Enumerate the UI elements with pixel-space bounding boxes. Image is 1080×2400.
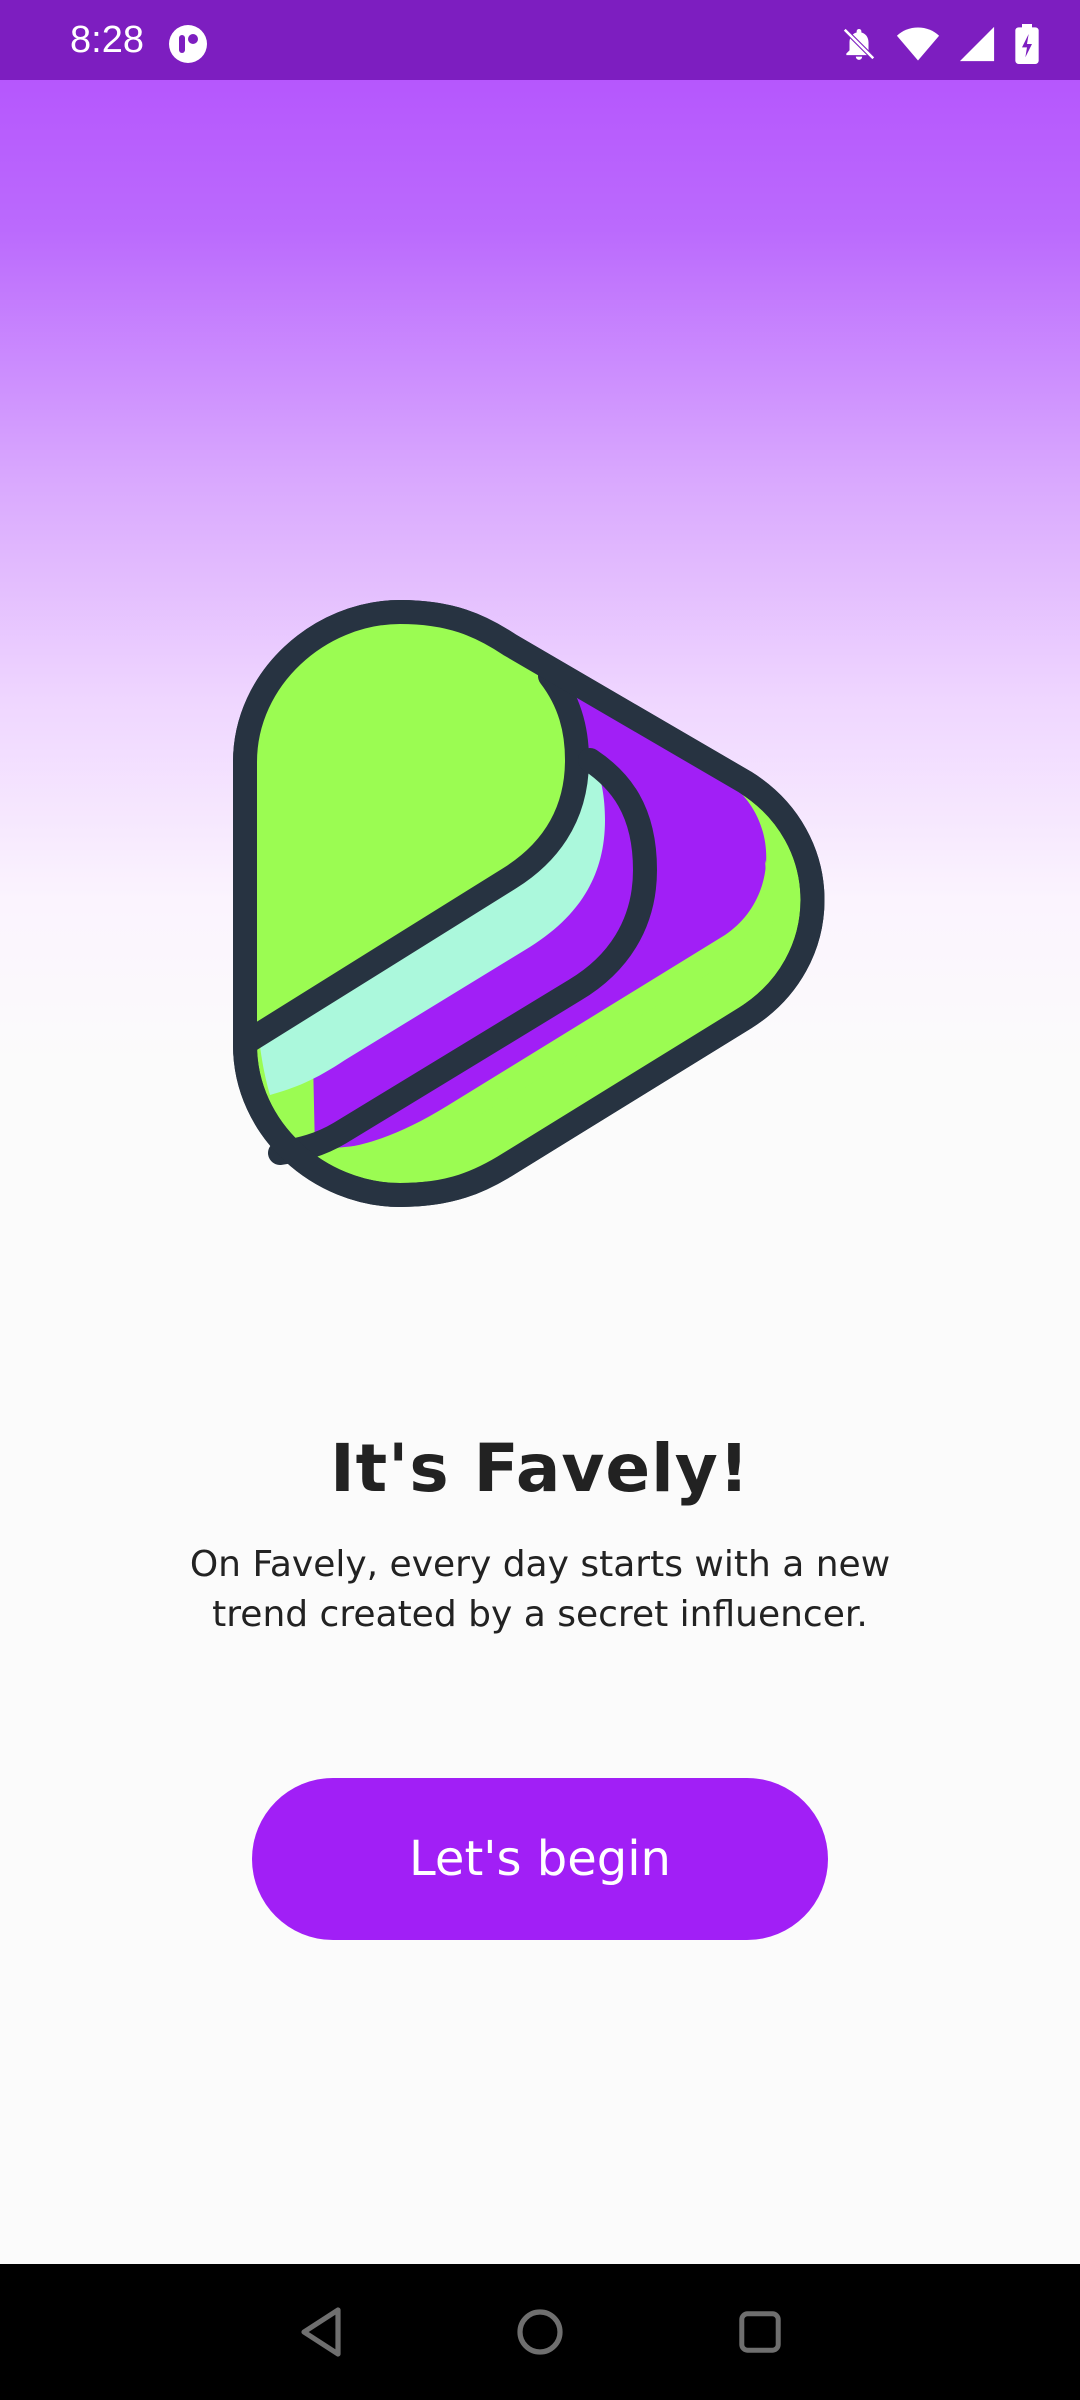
back-icon (301, 2307, 341, 2357)
home-icon (517, 2309, 563, 2355)
status-bar: 8:28 (0, 0, 1080, 80)
app-notification-icon (169, 25, 207, 63)
onboarding-screen: 8:28 It's Favely! On Favely, every day s… (0, 0, 1080, 2400)
battery-charging-icon (1015, 24, 1039, 64)
lets-begin-button[interactable]: Let's begin (252, 1778, 828, 1940)
notifications-off-icon (843, 28, 875, 60)
onboarding-title: It's Favely! (330, 1430, 750, 1507)
home-button[interactable] (508, 2300, 572, 2364)
cellular-signal-icon (959, 26, 995, 62)
onboarding-subtitle: On Favely, every day starts with a new t… (189, 1544, 891, 1635)
recents-icon (739, 2311, 781, 2353)
back-button[interactable] (290, 2300, 354, 2364)
status-time: 8:28 (70, 19, 144, 61)
system-navigation-bar (0, 2264, 1080, 2400)
status-icons (840, 22, 1040, 66)
recents-button[interactable] (728, 2300, 792, 2364)
wifi-icon (896, 27, 940, 61)
favely-logo (233, 600, 825, 1207)
